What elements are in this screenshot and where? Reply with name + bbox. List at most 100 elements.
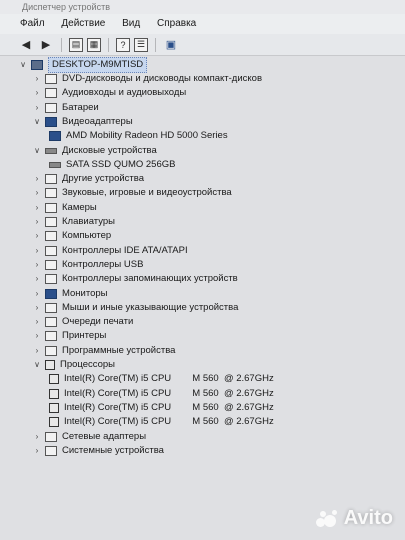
- tree-item-label: Программные устройства: [62, 344, 176, 356]
- tree-category[interactable]: ∨ Процессоры: [32, 358, 115, 372]
- watermark-text: Avito: [343, 507, 393, 529]
- tree-category[interactable]: › Другие устройства: [32, 172, 144, 186]
- tree-item-label: Мониторы: [62, 287, 108, 299]
- device-category-icon: [45, 317, 57, 328]
- device-category-icon: [45, 345, 57, 356]
- tree-category[interactable]: › Клавиатуры: [32, 215, 115, 229]
- collapse-chevron-icon[interactable]: ∨: [32, 115, 42, 129]
- tree-item-label: Очереди печати: [62, 316, 134, 328]
- tree-device[interactable]: Intel(R) Core(TM) i5 CPU M 560 @ 2.67GHz: [46, 415, 274, 429]
- show-hide-icon[interactable]: ▦: [87, 37, 101, 52]
- expand-chevron-icon[interactable]: ›: [32, 229, 42, 243]
- tree-device[interactable]: SATA SSD QUMO 256GB: [46, 158, 175, 172]
- tree-category[interactable]: › Мыши и иные указывающие устройства: [32, 301, 238, 315]
- device-category-icon: [45, 174, 57, 185]
- tree-item-label: Контроллеры IDE ATA/ATAPI: [62, 244, 188, 256]
- expand-chevron-icon[interactable]: ›: [32, 201, 42, 215]
- tree-item-label: DVD-дисководы и дисководы компакт-дисков: [62, 73, 262, 84]
- tree-category[interactable]: › Сетевые адаптеры: [32, 430, 146, 444]
- expand-chevron-icon[interactable]: ›: [32, 172, 42, 186]
- device-category-icon: [45, 445, 57, 456]
- forward-arrow-icon[interactable]: ▶: [38, 37, 54, 53]
- tree-device[interactable]: Intel(R) Core(TM) i5 CPU M 560 @ 2.67GHz: [46, 372, 274, 386]
- tree-category[interactable]: › DVD-дисководы и дисководы компакт-диско…: [32, 72, 262, 86]
- tree-category[interactable]: › Контроллеры запоминающих устройств: [32, 272, 238, 286]
- collapse-chevron-icon[interactable]: ∨: [32, 358, 42, 372]
- device-category-icon: [45, 259, 57, 270]
- tree-item-label: Контроллеры USB: [62, 258, 144, 270]
- tree-item-label: Камеры: [62, 201, 97, 213]
- expand-chevron-icon[interactable]: ›: [32, 101, 42, 115]
- device-category-icon: [45, 188, 57, 199]
- cpu-icon: [49, 417, 59, 428]
- menu-view[interactable]: Вид: [122, 18, 140, 29]
- display-adapter-icon: [49, 131, 61, 142]
- tree-item-label: Процессоры: [60, 359, 116, 370]
- expand-chevron-icon[interactable]: ›: [32, 272, 42, 286]
- device-category-icon: [45, 217, 57, 227]
- tree-category[interactable]: › Системные устройства: [32, 444, 164, 458]
- monitor-icon: [45, 288, 57, 299]
- expand-chevron-icon[interactable]: ›: [32, 186, 42, 200]
- tree-item-label: Видеоадаптеры: [62, 115, 133, 127]
- toolbar-separator: [108, 37, 109, 52]
- cpu-icon: [49, 388, 59, 399]
- menu-file[interactable]: Файл: [20, 18, 45, 29]
- tree-item-label: Компьютер: [62, 230, 112, 242]
- tree-category[interactable]: › Контроллеры IDE ATA/ATAPI: [32, 244, 188, 258]
- tree-item-label: Другие устройства: [62, 173, 144, 185]
- tree-device[interactable]: Intel(R) Core(TM) i5 CPU M 560 @ 2.67GHz: [46, 387, 274, 401]
- tree-category[interactable]: › Аудиовходы и аудиовыходы: [32, 86, 186, 100]
- expand-chevron-icon[interactable]: ›: [32, 430, 42, 444]
- tree-item-label: Дисковые устройства: [62, 144, 157, 156]
- tree-category[interactable]: › Батареи: [32, 101, 99, 115]
- expand-chevron-icon[interactable]: ›: [32, 86, 42, 100]
- collapse-chevron-icon[interactable]: ∨: [18, 58, 28, 72]
- tree-device[interactable]: AMD Mobility Radeon HD 5000 Series: [46, 129, 228, 143]
- expand-chevron-icon[interactable]: ›: [32, 72, 42, 86]
- expand-chevron-icon[interactable]: ›: [32, 444, 42, 458]
- scan-hardware-icon[interactable]: ▣: [163, 37, 179, 53]
- help-icon[interactable]: ?: [116, 37, 130, 52]
- tree-category[interactable]: ∨ Дисковые устройства: [32, 144, 157, 158]
- cpu-icon: [49, 402, 59, 413]
- tree-device[interactable]: Intel(R) Core(TM) i5 CPU M 560 @ 2.67GHz: [46, 401, 274, 415]
- tree-item-label: SATA SSD QUMO 256GB: [66, 158, 176, 170]
- device-category-icon: [45, 245, 57, 256]
- tree-item-label: AMD Mobility Radeon HD 5000 Series: [66, 130, 228, 142]
- tree-category[interactable]: ∨ Видеоадаптеры: [32, 115, 133, 129]
- tree-item-label: Мыши и иные указывающие устройства: [62, 301, 239, 313]
- disk-icon: [49, 161, 61, 168]
- expand-chevron-icon[interactable]: ›: [32, 329, 42, 343]
- expand-chevron-icon[interactable]: ›: [32, 315, 42, 329]
- tree-category[interactable]: › Контроллеры USB: [32, 258, 143, 272]
- tree-item-label: Клавиатуры: [62, 216, 116, 227]
- menu-help[interactable]: Справка: [157, 18, 196, 29]
- toolbar: ◀ ▶ ▤ ▦ ? ☰ ▣: [0, 34, 405, 56]
- collapse-chevron-icon[interactable]: ∨: [32, 144, 42, 158]
- device-category-icon: [45, 431, 57, 442]
- tree-root[interactable]: ∨ DESKTOP-M9MTISD: [18, 57, 148, 73]
- device-category-icon: [45, 74, 57, 84]
- expand-chevron-icon[interactable]: ›: [32, 301, 42, 315]
- tree-category[interactable]: › Звуковые, игровые и видеоустройства: [32, 186, 232, 200]
- details-icon[interactable]: ☰: [134, 37, 148, 52]
- tree-item-label: Intel(R) Core(TM) i5 CPU M 560 @ 2.67GHz: [64, 401, 274, 413]
- tree-category[interactable]: › Компьютер: [32, 229, 111, 243]
- expand-chevron-icon[interactable]: ›: [32, 344, 42, 358]
- properties-icon[interactable]: ▤: [69, 37, 83, 52]
- cpu-icon: [49, 374, 59, 385]
- tree-category[interactable]: › Камеры: [32, 201, 97, 215]
- tree-category[interactable]: › Принтеры: [32, 329, 106, 343]
- back-arrow-icon[interactable]: ◀: [18, 37, 34, 53]
- tree-category[interactable]: › Очереди печати: [32, 315, 133, 329]
- tree-category[interactable]: › Мониторы: [32, 287, 108, 301]
- expand-chevron-icon[interactable]: ›: [32, 215, 42, 229]
- device-category-icon: [45, 88, 57, 99]
- tree-category[interactable]: › Программные устройства: [32, 344, 175, 358]
- expand-chevron-icon[interactable]: ›: [32, 287, 42, 301]
- expand-chevron-icon[interactable]: ›: [32, 244, 42, 258]
- expand-chevron-icon[interactable]: ›: [32, 258, 42, 272]
- avito-logo-icon: [314, 509, 340, 529]
- menu-action[interactable]: Действие: [61, 18, 105, 29]
